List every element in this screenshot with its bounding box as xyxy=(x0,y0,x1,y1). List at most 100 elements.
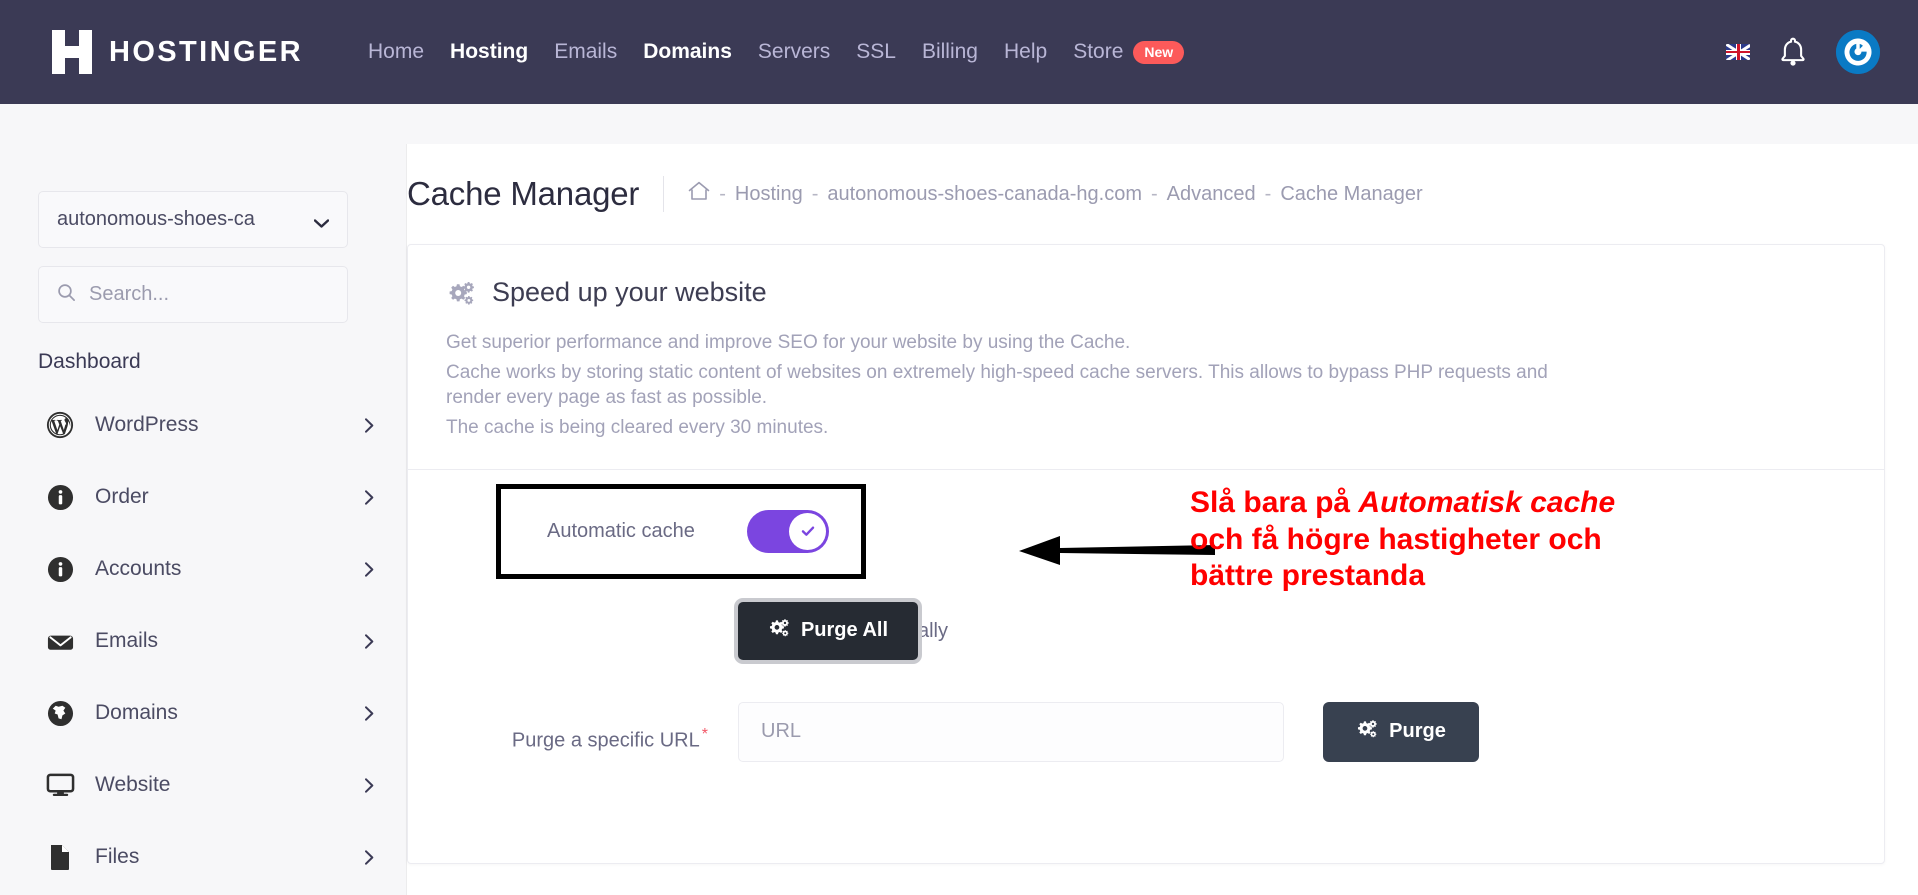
gears-icon xyxy=(1356,719,1378,745)
nav-hosting[interactable]: Hosting xyxy=(450,40,528,64)
monitor-icon xyxy=(45,770,75,800)
nav-home[interactable]: Home xyxy=(368,40,424,64)
breadcrumb: - Hosting - autonomous-shoes-canada-hg.c… xyxy=(688,181,1423,207)
chevron-right-icon xyxy=(365,705,374,721)
sidebar-label-order: Order xyxy=(95,485,149,508)
nav-emails[interactable]: Emails xyxy=(554,40,617,64)
sidebar-search[interactable] xyxy=(38,266,348,323)
chevron-right-icon xyxy=(365,561,374,577)
chevron-right-icon xyxy=(365,417,374,433)
body-top-strip xyxy=(0,104,1918,144)
annotation-line-3: bättre prestanda xyxy=(1190,559,1426,593)
purge-button-label: Purge xyxy=(1389,720,1446,743)
sidebar-label-wordpress: WordPress xyxy=(95,413,199,436)
purge-all-button[interactable]: Purge All xyxy=(738,601,918,660)
account-avatar[interactable] xyxy=(1836,30,1880,74)
sidebar-item-files[interactable]: Files xyxy=(0,821,407,893)
purge-button[interactable]: Purge xyxy=(1323,701,1479,762)
annotation-text: Slå bara på Automatisk cache och få högr… xyxy=(1190,485,1810,595)
toggle-knob xyxy=(789,512,826,550)
purge-url-label-text: Purge a specific URL xyxy=(511,729,700,752)
gears-icon xyxy=(446,280,474,306)
chevron-down-icon xyxy=(313,215,330,228)
chevron-right-icon xyxy=(365,777,374,793)
top-nav-actions xyxy=(1726,0,1880,104)
annotation-line-2: och få högre hastigheter och xyxy=(1190,522,1602,556)
chevron-right-icon xyxy=(365,489,374,505)
chevron-right-icon xyxy=(365,849,374,865)
nav-billing[interactable]: Billing xyxy=(922,40,978,64)
annotation-arrow-icon xyxy=(1015,530,1215,570)
sidebar-section-label: Dashboard xyxy=(38,350,141,373)
annotation-line-1-pre: Slå bara på xyxy=(1190,486,1359,519)
card-header: Speed up your website xyxy=(408,245,1884,308)
automatic-cache-highlight-box: Automatic cache xyxy=(496,483,866,579)
purge-all-button-label: Purge All xyxy=(800,619,889,642)
purge-url-row: Purge a specific URL * URL Purge xyxy=(408,688,1884,798)
store-new-badge: New xyxy=(1133,40,1185,64)
sidebar-item-wordpress[interactable]: WordPress xyxy=(0,389,407,461)
header-divider xyxy=(663,176,665,212)
nav-ssl[interactable]: SSL xyxy=(856,40,896,64)
check-icon xyxy=(801,526,814,536)
top-navigation-bar: HOSTINGER Home Hosting Emails Domains Se… xyxy=(0,0,1918,104)
sidebar-label-files: Files xyxy=(95,845,140,868)
breadcrumb-item-current: Cache Manager xyxy=(1280,182,1423,205)
breadcrumb-item-advanced[interactable]: Advanced xyxy=(1167,183,1256,206)
breadcrumb-separator: - xyxy=(1151,182,1158,205)
main-menu: Home Hosting Emails Domains Servers SSL … xyxy=(368,40,1185,64)
nav-store-label: Store xyxy=(1073,40,1124,63)
purge-manually-row: Purge Manually xyxy=(408,588,1884,688)
sidebar-item-domains[interactable]: Domains xyxy=(0,677,407,749)
screen: HOSTINGER Home Hosting Emails Domains Se… xyxy=(0,0,1918,895)
hostinger-logo[interactable]: HOSTINGER xyxy=(52,30,303,74)
nav-store[interactable]: Store New xyxy=(1073,40,1185,64)
site-selector-dropdown[interactable]: autonomous-shoes-ca xyxy=(38,191,348,248)
automatic-cache-label: Automatic cache xyxy=(547,519,695,542)
chevron-right-icon xyxy=(365,633,374,649)
annotation-line-1-emphasis: Automatisk cache xyxy=(1358,486,1616,519)
sidebar-item-emails[interactable]: Emails xyxy=(0,605,407,677)
breadcrumb-item-domain[interactable]: autonomous-shoes-canada-hg.com xyxy=(827,183,1142,206)
notifications-bell-icon[interactable] xyxy=(1778,36,1808,68)
card-description: Get superior performance and improve SEO… xyxy=(446,330,1566,441)
search-icon xyxy=(57,283,76,307)
hostinger-mark-icon xyxy=(52,30,92,74)
sidebar-item-accounts[interactable]: Accounts xyxy=(0,533,407,605)
breadcrumb-separator: - xyxy=(1264,182,1272,205)
sidebar-label-emails: Emails xyxy=(95,629,159,652)
nav-domains[interactable]: Domains xyxy=(643,40,732,64)
breadcrumb-item-hosting[interactable]: Hosting xyxy=(735,183,803,206)
page-title: Cache Manager xyxy=(407,175,640,212)
sidebar-label-accounts: Accounts xyxy=(95,557,182,580)
site-selector-value: autonomous-shoes-ca xyxy=(57,208,255,230)
automatic-cache-toggle[interactable] xyxy=(747,509,829,553)
nav-help[interactable]: Help xyxy=(1004,40,1047,64)
required-marker: * xyxy=(701,725,708,743)
card-title: Speed up your website xyxy=(492,277,767,307)
breadcrumb-separator: - xyxy=(811,182,819,205)
info-icon xyxy=(45,554,75,584)
sidebar-menu: WordPress Order Accounts Emails Domains … xyxy=(0,389,407,893)
wordpress-icon xyxy=(45,410,75,440)
page-header: Cache Manager - Hosting - autonomous-sho… xyxy=(407,144,1918,244)
search-input[interactable] xyxy=(89,283,309,306)
breadcrumb-separator: - xyxy=(719,182,726,205)
purge-url-input[interactable] xyxy=(738,701,1284,762)
sidebar-label-website: Website xyxy=(95,773,171,796)
purge-url-label: Purge a specific URL * xyxy=(408,726,708,753)
description-line-3: The cache is being cleared every 30 minu… xyxy=(446,416,829,438)
envelope-icon xyxy=(45,626,75,656)
annotation-line-1: Slå bara på Automatisk cache xyxy=(1190,485,1810,522)
globe-icon xyxy=(45,698,75,728)
uk-flag-icon[interactable] xyxy=(1726,44,1750,60)
nav-servers[interactable]: Servers xyxy=(758,40,830,64)
sidebar-item-order[interactable]: Order xyxy=(0,461,407,533)
sidebar-item-website[interactable]: Website xyxy=(0,749,407,821)
home-icon[interactable] xyxy=(688,181,710,207)
file-icon xyxy=(45,842,75,872)
info-icon xyxy=(45,482,75,512)
description-line-1: Get superior performance and improve SEO… xyxy=(446,332,1131,353)
sidebar: autonomous-shoes-ca Dashboard xyxy=(0,144,407,895)
sidebar-label-domains: Domains xyxy=(95,701,178,724)
